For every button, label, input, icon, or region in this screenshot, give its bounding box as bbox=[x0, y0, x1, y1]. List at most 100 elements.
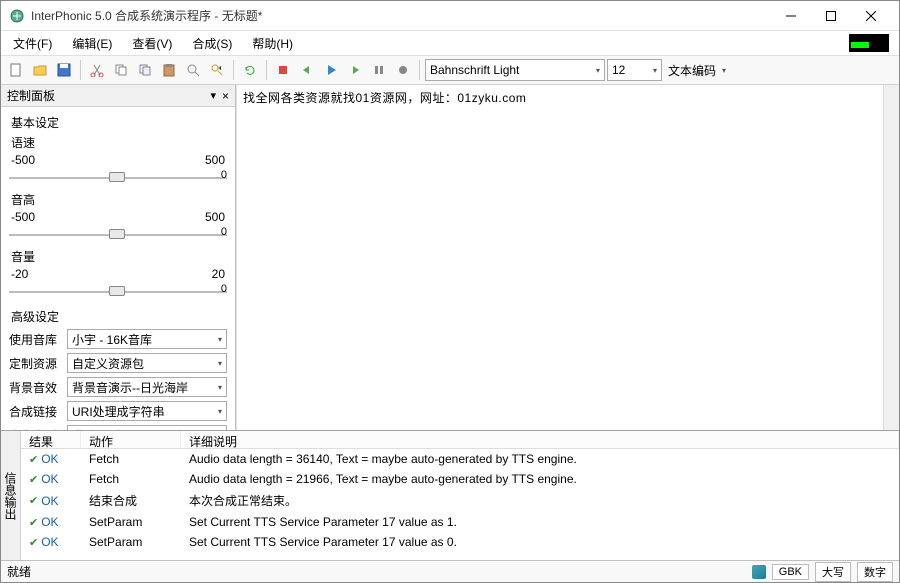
pitch-label: 音高 bbox=[11, 191, 35, 208]
volume-slider: 音量 -20 20 0 bbox=[9, 247, 227, 304]
scrollbar-vertical[interactable] bbox=[883, 85, 899, 430]
adv-label: 背景音效 bbox=[9, 379, 63, 396]
minimize-button[interactable] bbox=[771, 2, 811, 30]
paste-button[interactable] bbox=[158, 59, 180, 81]
adv-row: 定制资源自定义资源包▾ bbox=[9, 351, 227, 375]
cell-detail: Audio data length = 36140, Text = maybe … bbox=[181, 451, 899, 467]
output-header: 结果 动作 详细说明 bbox=[21, 431, 899, 449]
table-row[interactable]: ✔OKSetParamSet Current TTS Service Param… bbox=[21, 532, 899, 552]
adv-row: 文本类型自动识别▾ bbox=[9, 423, 227, 430]
close-button[interactable] bbox=[851, 2, 891, 30]
menu-view[interactable]: 查看(V) bbox=[124, 32, 180, 55]
cut-button[interactable] bbox=[86, 59, 108, 81]
check-icon: ✔ bbox=[29, 494, 38, 507]
open-button[interactable] bbox=[29, 59, 51, 81]
main-area: 控制面板 ▾ × 基本设定 语速 -500 500 0 音高 bbox=[1, 85, 899, 430]
stop-button[interactable] bbox=[272, 59, 294, 81]
chevron-down-icon: ▾ bbox=[218, 407, 222, 416]
size-select[interactable]: 12 ▾ bbox=[607, 59, 662, 81]
chevron-down-icon: ▾ bbox=[653, 66, 657, 75]
window-title: InterPhonic 5.0 合成系统演示程序 - 无标题* bbox=[31, 7, 771, 24]
pause-button[interactable] bbox=[368, 59, 390, 81]
adv-value: 自定义资源包 bbox=[72, 355, 144, 372]
encoding-label: 文本编码 bbox=[664, 62, 720, 79]
chevron-down-icon[interactable]: ▾ bbox=[722, 66, 726, 75]
status-caps: 大写 bbox=[815, 562, 851, 582]
chevron-down-icon: ▾ bbox=[218, 359, 222, 368]
status-icon bbox=[752, 565, 766, 579]
pitch-min: -500 bbox=[11, 210, 35, 224]
output-rows: ✔OKFetchAudio data length = 36140, Text … bbox=[21, 449, 899, 560]
audio-visualizer bbox=[849, 34, 889, 52]
col-action[interactable]: 动作 bbox=[81, 431, 181, 448]
adv-select[interactable]: 自定义资源包 ▾ bbox=[67, 353, 227, 373]
cell-action: Fetch bbox=[81, 471, 181, 487]
table-row[interactable]: ✔OKFetchAudio data length = 21966, Text … bbox=[21, 469, 899, 489]
menu-file[interactable]: 文件(F) bbox=[5, 32, 60, 55]
font-size: 12 bbox=[612, 63, 625, 77]
replace-button[interactable] bbox=[206, 59, 228, 81]
check-icon: ✔ bbox=[29, 453, 38, 466]
col-detail[interactable]: 详细说明 bbox=[181, 431, 899, 448]
font-name: Bahnschrift Light bbox=[430, 63, 519, 77]
speed-track[interactable]: 0 bbox=[9, 169, 227, 187]
save-button[interactable] bbox=[53, 59, 75, 81]
adv-value: 小宇 - 16K音库 bbox=[72, 331, 152, 348]
cell-action: Fetch bbox=[81, 451, 181, 467]
table-row[interactable]: ✔OK结束合成本次合成正常结束。 bbox=[21, 489, 899, 512]
editor-textarea[interactable]: 找全网各类资源就找01资源网，网址：01zyku.com bbox=[236, 85, 899, 430]
chevron-down-icon: ▾ bbox=[218, 383, 222, 392]
table-row[interactable]: ✔OKSetParamSet Current TTS Service Param… bbox=[21, 512, 899, 532]
volume-track[interactable]: 0 bbox=[9, 283, 227, 301]
adv-value: 背景音演示--日光海岸 bbox=[72, 379, 188, 396]
result-ok: OK bbox=[41, 535, 58, 549]
result-ok: OK bbox=[41, 452, 58, 466]
speed-slider: 语速 -500 500 0 bbox=[9, 133, 227, 190]
prev-button[interactable] bbox=[296, 59, 318, 81]
statusbar: 就绪 GBK 大写 数字 bbox=[1, 560, 899, 582]
cell-detail: Set Current TTS Service Parameter 17 val… bbox=[181, 514, 899, 530]
adv-row: 背景音效背景音演示--日光海岸 ▾ bbox=[9, 375, 227, 399]
col-result[interactable]: 结果 bbox=[21, 431, 81, 448]
adv-select[interactable]: 背景音演示--日光海岸 ▾ bbox=[67, 377, 227, 397]
menu-help[interactable]: 帮助(H) bbox=[244, 32, 301, 55]
output-body: 结果 动作 详细说明 ✔OKFetchAudio data length = 3… bbox=[21, 431, 899, 560]
check-icon: ✔ bbox=[29, 473, 38, 486]
menubar: 文件(F) 编辑(E) 查看(V) 合成(S) 帮助(H) bbox=[1, 31, 899, 55]
volume-value: 0 bbox=[221, 283, 227, 295]
advanced-settings-label: 高级设定 bbox=[9, 304, 227, 327]
table-row[interactable]: ✔OK FetchAudio data length = 36140, Text … bbox=[21, 449, 899, 469]
control-panel: 控制面板 ▾ × 基本设定 语速 -500 500 0 音高 bbox=[1, 85, 236, 430]
volume-min: -20 bbox=[11, 267, 28, 281]
result-ok: OK bbox=[41, 472, 58, 486]
maximize-button[interactable] bbox=[811, 2, 851, 30]
result-ok: OK bbox=[41, 494, 58, 508]
check-icon: ✔ bbox=[29, 516, 38, 529]
record-button[interactable] bbox=[392, 59, 414, 81]
adv-select[interactable]: 小宇 - 16K音库▾ bbox=[67, 329, 227, 349]
panel-title-text: 控制面板 bbox=[7, 87, 55, 104]
adv-label: 使用音库 bbox=[9, 331, 63, 348]
font-select[interactable]: Bahnschrift Light ▾ bbox=[425, 59, 605, 81]
copy2-button[interactable] bbox=[134, 59, 156, 81]
status-ready: 就绪 bbox=[7, 563, 746, 580]
volume-label: 音量 bbox=[11, 248, 35, 265]
menu-edit[interactable]: 编辑(E) bbox=[64, 32, 120, 55]
next-button[interactable] bbox=[344, 59, 366, 81]
volume-max: 20 bbox=[212, 267, 225, 281]
basic-settings-label: 基本设定 bbox=[9, 110, 227, 133]
find-button[interactable] bbox=[182, 59, 204, 81]
copy-button[interactable] bbox=[110, 59, 132, 81]
new-button[interactable] bbox=[5, 59, 27, 81]
adv-select[interactable]: URI处理成字符串▾ bbox=[67, 401, 227, 421]
panel-close-icon[interactable]: × bbox=[222, 89, 229, 103]
cell-action: 结束合成 bbox=[81, 491, 181, 510]
menu-synth[interactable]: 合成(S) bbox=[184, 32, 240, 55]
app-icon bbox=[9, 8, 25, 24]
play-button[interactable] bbox=[320, 59, 342, 81]
pitch-track[interactable]: 0 bbox=[9, 226, 227, 244]
output-tab[interactable]: 信息输出 bbox=[1, 431, 21, 560]
speed-max: 500 bbox=[205, 153, 225, 167]
refresh-button[interactable] bbox=[239, 59, 261, 81]
pin-icon[interactable]: ▾ bbox=[210, 89, 216, 102]
